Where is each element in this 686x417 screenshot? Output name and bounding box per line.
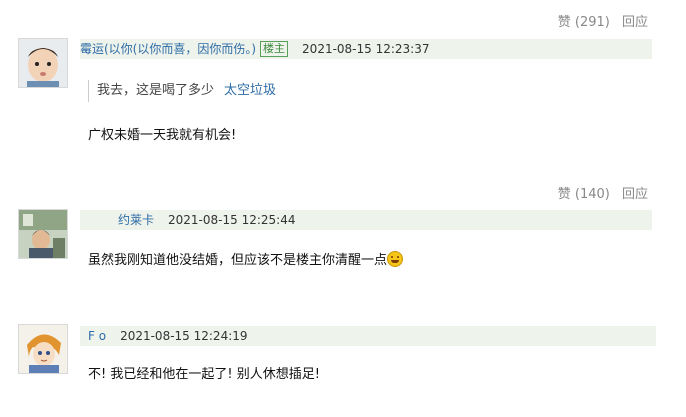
comment-actions: 赞 (140) 回应 bbox=[550, 183, 648, 202]
quoted-reply: 我去，这是喝了多少 太空垃圾 bbox=[88, 80, 276, 102]
comment-meta: 霉运(以你(以你而喜，因你而伤。) 楼主 2021-08-15 12:23:37 bbox=[80, 39, 652, 59]
comment-content: 不! 我已经和他在一起了! 别人休想插足! bbox=[88, 367, 320, 382]
comment-actions: 赞 (291) 回应 bbox=[550, 11, 648, 30]
like-button[interactable]: 赞 (140) bbox=[558, 187, 610, 202]
like-button[interactable]: 赞 (291) bbox=[558, 15, 610, 30]
username-link[interactable]: F o bbox=[88, 329, 106, 343]
avatar-child-image bbox=[19, 39, 67, 87]
timestamp: 2021-08-15 12:25:44 bbox=[168, 213, 296, 227]
username-link[interactable]: 霉运(以你(以你而喜，因你而伤。) bbox=[80, 42, 256, 56]
owner-badge: 楼主 bbox=[260, 41, 289, 57]
reply-button[interactable]: 回应 bbox=[622, 187, 648, 202]
username-link[interactable]: 约莱卡 bbox=[118, 213, 154, 227]
reply-button[interactable]: 回应 bbox=[622, 15, 648, 30]
timestamp: 2021-08-15 12:23:37 bbox=[302, 42, 430, 56]
avatar-photo-image bbox=[19, 210, 67, 258]
quote-text: 我去，这是喝了多少 bbox=[97, 83, 215, 98]
comment-meta: 约莱卡 2021-08-15 12:25:44 bbox=[80, 210, 652, 230]
comment-text: 虽然我刚知道他没结婚，但应该不是楼主你清醒一点 bbox=[88, 253, 388, 268]
avatar[interactable] bbox=[18, 324, 68, 374]
avatar[interactable] bbox=[18, 209, 68, 259]
comment-content: 虽然我刚知道他没结婚，但应该不是楼主你清醒一点 bbox=[88, 249, 404, 268]
comment-meta: F o 2021-08-15 12:24:19 bbox=[80, 326, 656, 346]
comment-content: 广权未婚一天我就有机会! bbox=[88, 128, 237, 143]
avatar[interactable] bbox=[18, 38, 68, 88]
laughing-emoji-icon bbox=[387, 251, 404, 267]
quote-author-link[interactable]: 太空垃圾 bbox=[224, 83, 276, 98]
timestamp: 2021-08-15 12:24:19 bbox=[120, 329, 248, 343]
avatar-anime-image bbox=[19, 325, 67, 373]
